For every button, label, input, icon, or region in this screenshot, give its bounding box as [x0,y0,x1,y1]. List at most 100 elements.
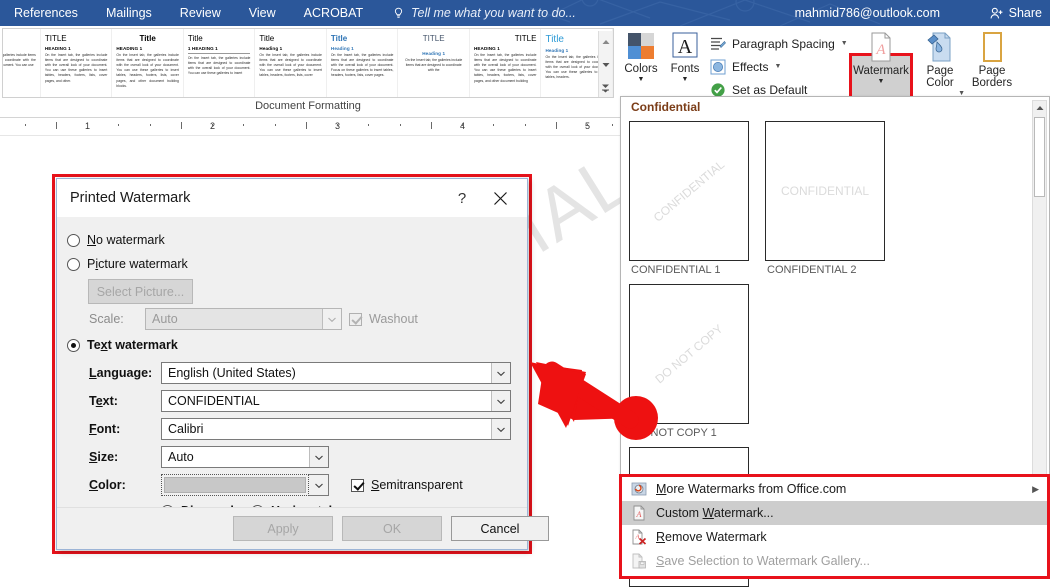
style-gallery-scrollbar[interactable] [598,31,612,97]
style-thumbnail[interactable]: TITLE HEADING 1 On the Insert tab, the g… [41,29,113,97]
fonts-caret-icon[interactable]: ▼ [682,76,689,83]
effects-caret-icon[interactable]: ▼ [774,63,781,70]
size-combobox[interactable]: Auto [161,446,329,468]
watermark-thumbnail[interactable]: CONFIDENTIAL [629,121,749,261]
style-title: Title [139,34,156,43]
radio-picture-watermark[interactable]: Picture watermark [67,257,188,271]
watermark-gallery-scrollbar[interactable] [1032,100,1047,488]
radio-label: Picture watermark [87,257,188,271]
tab-mailings[interactable]: Mailings [92,0,166,26]
ruler-number: 5 [585,121,591,131]
style-thumbnail[interactable]: Title HEADING 1 On the Insert tab, the g… [112,29,184,97]
paragraph-spacing-caret-icon[interactable]: ▼ [841,40,848,47]
chevron-down-icon[interactable] [491,419,510,439]
style-thumbnail[interactable]: Title Heading 1 On the Insert tab, the g… [327,29,399,97]
style-heading: HEADING 1 [473,46,500,51]
color-label: Color: [89,478,126,492]
semitransparent-checkbox-row[interactable]: Semitransparent [351,478,463,492]
style-thumbnail[interactable]: TITLE Heading 1 On the Insert tab, the g… [398,29,470,97]
text-combobox[interactable]: CONFIDENTIAL [161,390,511,412]
theme-fonts-icon: A [672,32,698,58]
ribbon-tab-strip[interactable]: References Mailings Review View ACROBAT [0,0,377,26]
paragraph-spacing-button[interactable]: Paragraph Spacing ▼ [710,32,850,55]
radio-indicator[interactable] [67,233,80,247]
page-color-button[interactable]: Page Color [916,28,964,89]
gallery-more-icon[interactable] [600,79,612,97]
style-body: On the Insert tab, the galleries include… [116,53,179,88]
document-formatting-style-gallery[interactable]: TITLE HEADING 1 On the Insert tab, the g… [2,28,614,98]
style-thumbnail[interactable]: Title 1 HEADING 1 On the Insert tab, the… [184,29,256,97]
gallery-scroll-down-icon[interactable] [600,56,612,74]
office-online-icon [630,481,647,498]
ruler-tick [25,124,26,126]
gallery-scroll-up-icon[interactable] [600,33,612,51]
fonts-button[interactable]: A Fonts ▼ [664,28,706,83]
chevron-down-icon[interactable] [309,447,328,467]
scroll-up-icon[interactable] [1033,101,1046,115]
save-selection-icon [630,553,647,570]
ruler-tick [525,124,526,126]
cancel-button[interactable]: Cancel [451,516,549,541]
color-dropdown-arrow[interactable] [309,474,329,496]
menu-item-label: More Watermarks from Office.com [656,482,847,496]
watermark-gallery-dropdown[interactable]: Confidential CONFIDENTIAL CONFIDENTIAL 1… [620,96,1050,587]
colors-button[interactable]: Colors ▼ [620,28,662,83]
text-value[interactable]: CONFIDENTIAL [162,394,491,408]
style-heading: Heading 1 [422,51,446,56]
menu-item-remove-watermark[interactable]: A Remove Watermark [622,525,1047,549]
watermark-category-label: Confidential [631,100,701,114]
language-combobox[interactable]: English (United States) [161,362,511,384]
style-thumbnail[interactable]: TITLE HEADING 1 On the Insert tab, the g… [3,29,41,97]
radio-indicator[interactable] [67,257,80,271]
chevron-down-icon[interactable] [491,391,510,411]
menu-item-more-watermarks[interactable]: More Watermarks from Office.com ▶ [622,477,1047,501]
share-button[interactable]: Share [989,0,1042,26]
effects-button[interactable]: Effects ▼ [710,55,850,78]
chevron-down-icon[interactable] [309,475,328,495]
watermark-dropdown-menu[interactable]: More Watermarks from Office.com ▶ A Cust… [619,474,1050,579]
account-name[interactable]: mahmid786@outlook.com [795,0,940,26]
tab-review[interactable]: Review [166,0,235,26]
style-thumbnail[interactable]: Title Heading 1 On the Insert tab, the g… [255,29,327,97]
horizontal-ruler[interactable]: 1 2 3 4 5 [0,118,620,136]
semitransparent-checkbox[interactable] [351,478,364,492]
tab-references[interactable]: References [0,0,92,26]
font-combobox[interactable]: Calibri [161,418,511,440]
scale-value: Auto [152,312,178,326]
dialog-close-button[interactable] [483,186,517,210]
watermark-caret-icon[interactable]: ▼ [878,78,885,85]
style-body: On the Insert tab, the galleries include… [187,56,251,76]
color-swatch-button[interactable] [161,474,309,496]
font-value[interactable]: Calibri [162,422,491,436]
dialog-help-button[interactable]: ? [449,186,475,210]
ruler-number: 3 [335,121,341,131]
scrollbar-thumb[interactable] [1034,117,1045,197]
printed-watermark-dialog[interactable]: Printed Watermark ? No watermark Picture… [56,178,549,550]
word-application-window: References Mailings Review View ACROBAT … [0,0,1050,587]
style-thumbnail[interactable]: TITLE HEADING 1 On the Insert tab, the g… [470,29,542,97]
menu-item-custom-watermark[interactable]: A Custom Watermark... [622,501,1047,525]
watermark-gallery-item[interactable]: CONFIDENTIAL CONFIDENTIAL 1 [629,121,765,276]
radio-indicator[interactable] [67,338,80,352]
tab-acrobat[interactable]: ACROBAT [290,0,378,26]
radio-text-watermark[interactable]: Text watermark [67,338,178,352]
watermark-button[interactable]: A Watermark ▼ [852,28,910,85]
style-heading: Heading 1 [259,46,283,51]
watermark-thumbnail[interactable]: CONFIDENTIAL [765,121,885,261]
watermark-gallery-item[interactable]: CONFIDENTIAL CONFIDENTIAL 2 [765,121,901,276]
size-value[interactable]: Auto [162,450,309,464]
text-label: Text: [89,394,118,408]
radio-label: No watermark [87,233,165,247]
colors-caret-icon[interactable]: ▼ [638,76,645,83]
semitransparent-label: Semitransparent [371,478,463,492]
radio-no-watermark[interactable]: No watermark [67,233,165,247]
title-bar: References Mailings Review View ACROBAT … [0,0,1050,26]
chevron-down-icon[interactable] [491,363,510,383]
tab-view[interactable]: View [235,0,290,26]
scale-combobox: Auto [145,308,342,330]
page-borders-button[interactable]: Page Borders [964,28,1020,89]
tell-me-placeholder: Tell me what you want to do... [411,6,576,20]
tell-me-search[interactable]: Tell me what you want to do... [392,0,576,26]
style-body: On the Insert tab, the galleries include… [44,53,108,83]
watermark-icon: A [871,32,891,62]
